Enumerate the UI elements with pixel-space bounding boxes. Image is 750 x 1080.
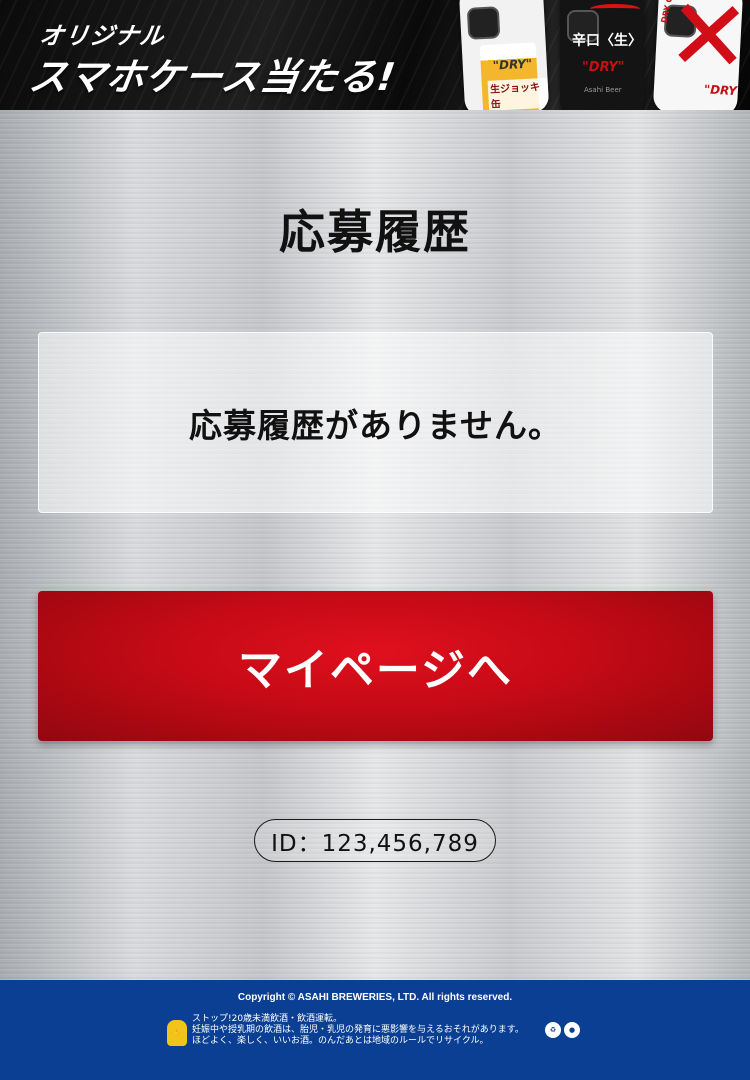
- phone-case-image-2: 辛口〈生〉 "DRY" Asahi Beer: [560, 0, 644, 110]
- page-title: 応募履歴: [279, 205, 471, 259]
- case-label: "DRY": [492, 56, 533, 73]
- main-content: 応募履歴 応募履歴がありません。 マイページへ ID：123,456,789: [0, 110, 750, 980]
- phone-case-image-1: "DRY" 生ジョッキ缶: [458, 0, 550, 110]
- case-maker: Asahi Beer: [584, 86, 622, 94]
- history-empty-panel: 応募履歴がありません。: [38, 332, 713, 513]
- warning-line: ストップ!20歳未満飲酒・飲酒運転。: [192, 1014, 343, 1024]
- recycle-mark-icon: ♻: [545, 1022, 561, 1038]
- footer: Copyright © ASAHI BREWERIES, LTD. All ri…: [0, 980, 750, 1080]
- case-brand: "DRY": [582, 60, 625, 75]
- x-graphic-icon: ✕: [663, 0, 744, 97]
- warning-line: ほどよく、楽しく、いいお酒。のんだあとは地域のルールでリサイクル。: [192, 1036, 489, 1046]
- mypage-button[interactable]: マイページへ: [38, 591, 713, 741]
- header-banner: オリジナル スマホケース当たる! "DRY" 生ジョッキ缶 辛口〈生〉 "DRY…: [0, 0, 750, 110]
- case-label: 辛口〈生〉: [572, 33, 642, 49]
- banner-title: スマホケース当たる!: [26, 55, 399, 99]
- phone-case-image-3: ✕ DRY CRYSTAL "DRY": [652, 0, 744, 110]
- user-id-badge: ID：123,456,789: [254, 819, 496, 862]
- stop-hand-icon: ✋: [167, 1020, 187, 1046]
- swoosh-graphic: [590, 4, 640, 14]
- camera-icon: [466, 6, 501, 40]
- case-brand: "DRY": [703, 82, 744, 99]
- alcohol-mark-icon: ●: [564, 1022, 580, 1038]
- warning-line: 妊娠中や授乳期の飲酒は、胎児・乳児の発育に悪影響を与えるおそれがあります。: [192, 1025, 524, 1035]
- alcohol-warning: ✋ ストップ!20歳未満飲酒・飲酒運転。 妊娠中や授乳期の飲酒は、胎児・乳児の発…: [167, 1014, 587, 1048]
- warning-text: ストップ!20歳未満飲酒・飲酒運転。 妊娠中や授乳期の飲酒は、胎児・乳児の発育に…: [192, 1014, 524, 1047]
- empty-message: 応募履歴がありません。: [188, 405, 562, 445]
- copyright-text: Copyright © ASAHI BREWERIES, LTD. All ri…: [237, 992, 513, 1003]
- case-sublabel: 生ジョッキ缶: [487, 77, 550, 110]
